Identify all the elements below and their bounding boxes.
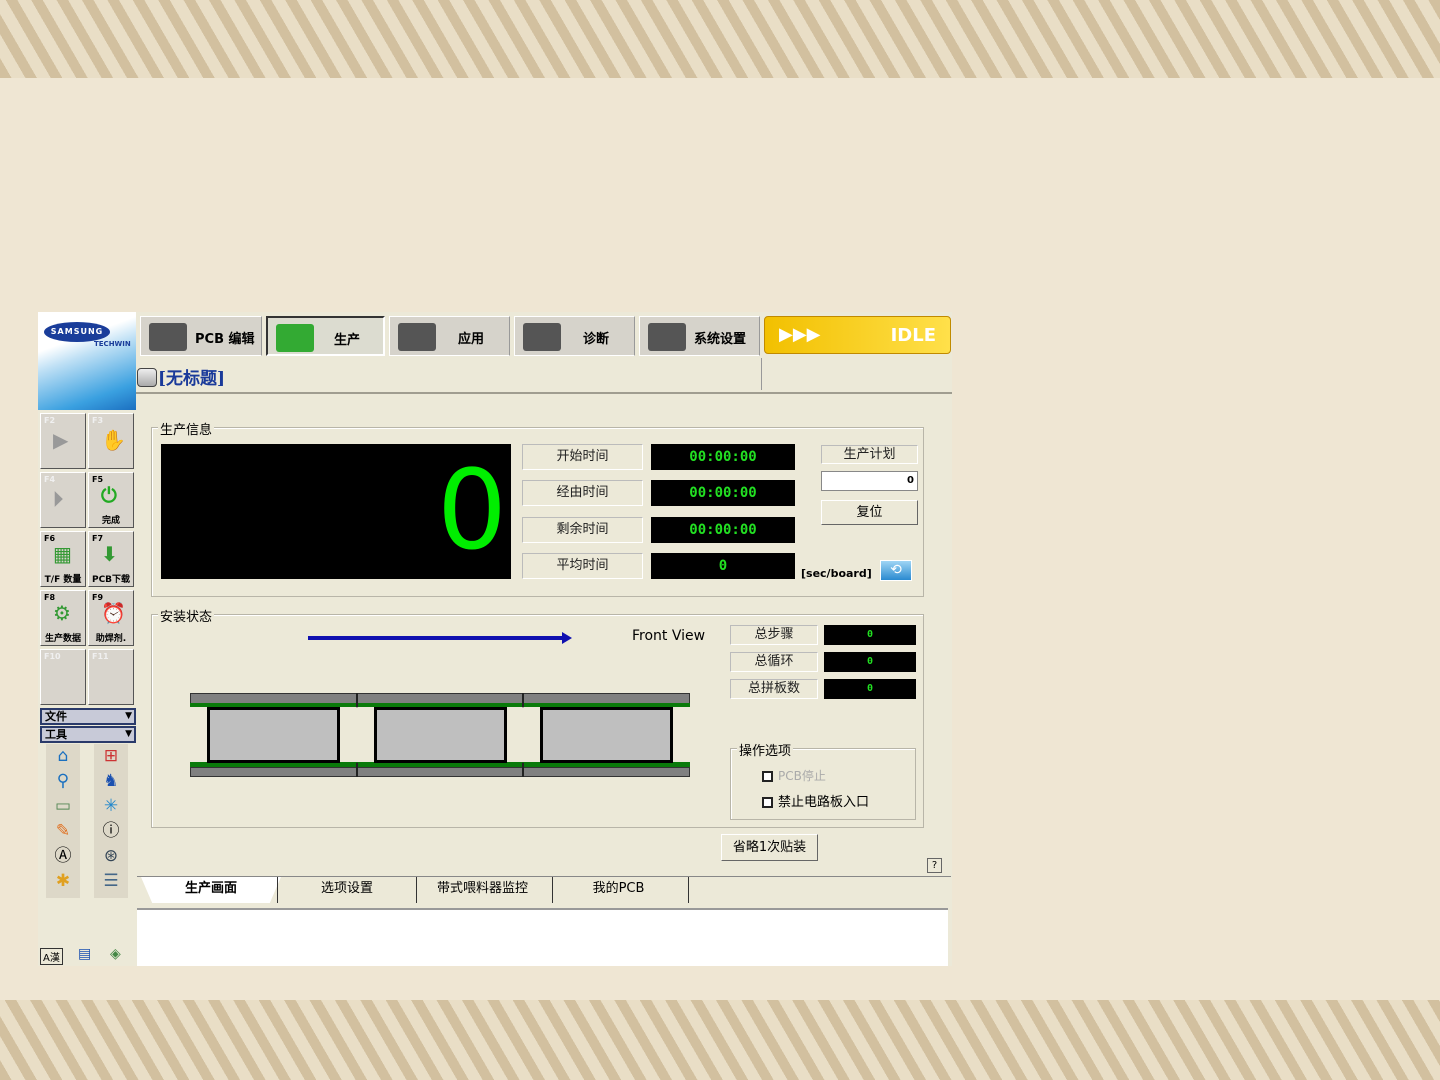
total-cycles-value: 0 bbox=[824, 652, 916, 672]
average-time-label: 平均时间 bbox=[522, 553, 643, 579]
f2-start-button[interactable]: F2 ▶ bbox=[40, 413, 86, 469]
arrows-icon: ▶▶▶ bbox=[779, 324, 821, 345]
nozzle-icon[interactable]: ⚲ bbox=[51, 770, 75, 792]
message-area bbox=[137, 908, 948, 966]
home-icon[interactable]: ⌂ bbox=[51, 745, 75, 767]
start-time-label: 开始时间 bbox=[522, 444, 643, 470]
f4-step-button[interactable]: F4 ⏵ bbox=[40, 472, 86, 528]
tab-option-settings[interactable]: 选项设置 bbox=[277, 877, 417, 903]
f5-finish-button[interactable]: F5 ⏻ 完成 bbox=[88, 472, 134, 528]
production-gear-icon bbox=[276, 324, 314, 352]
power-hand-icon: ⏻ bbox=[101, 483, 117, 507]
f10-button[interactable]: F10 bbox=[40, 649, 86, 705]
direction-arrow bbox=[308, 636, 564, 640]
tab-production[interactable]: 生产 bbox=[266, 316, 385, 356]
tab-my-pcb[interactable]: 我的PCB bbox=[549, 877, 689, 903]
tab-pcb-edit[interactable]: PCB 编辑 bbox=[140, 316, 262, 356]
production-count-display: 0 bbox=[161, 444, 511, 579]
pcb-board-3 bbox=[540, 707, 673, 763]
f9-flux-button[interactable]: F9 ⏰ 助焊剂. bbox=[88, 590, 134, 646]
total-steps-value: 0 bbox=[824, 625, 916, 645]
tool-wrench-icon[interactable]: ✱ bbox=[51, 870, 75, 892]
auto-icon[interactable]: Ⓐ bbox=[51, 845, 75, 867]
average-time-value: 0 bbox=[651, 553, 795, 579]
remaining-time-label: 剩余时间 bbox=[522, 517, 643, 543]
system-settings-icon bbox=[648, 323, 686, 351]
document-title: [无标题] bbox=[158, 369, 226, 389]
language-icon[interactable]: A漢 bbox=[40, 948, 63, 965]
bottom-tab-bar: 生产画面 选项设置 带式喂料器监控 我的PCB bbox=[137, 876, 951, 904]
tab-system-settings[interactable]: 系统设置 bbox=[639, 316, 760, 356]
app-window: SAMSUNG TECHWIN F2 ▶ F3 ✋ F4 ⏵ F5 ⏻ 完成 F6 ▦ T/F… bbox=[38, 312, 952, 966]
divider bbox=[136, 392, 952, 394]
block-board-entry-checkbox[interactable]: 禁止电路板入口 bbox=[762, 791, 869, 810]
operator-icon[interactable]: ♞ bbox=[99, 770, 123, 792]
tab-application[interactable]: 应用 bbox=[389, 316, 510, 356]
slide-top-border bbox=[0, 0, 1440, 78]
diagnosis-icon bbox=[523, 323, 561, 351]
chevron-down-icon: ▼ bbox=[125, 711, 132, 721]
f7-pcb-download-button[interactable]: F7 ⬇ PCB下载 bbox=[88, 531, 134, 587]
skip-one-mount-button[interactable]: 省略1次贴装 bbox=[721, 834, 818, 861]
gear-list-icon: ⚙ bbox=[53, 601, 71, 625]
front-view-label: Front View bbox=[632, 628, 706, 644]
production-plan-input[interactable]: 0 bbox=[821, 471, 918, 491]
file-menu[interactable]: 文件 ▼ bbox=[40, 708, 136, 725]
tab-production-screen[interactable]: 生产画面 bbox=[141, 877, 281, 903]
tab-tape-feeder-monitor[interactable]: 带式喂料器监控 bbox=[413, 877, 553, 903]
feeder-icon[interactable]: ✎ bbox=[51, 820, 75, 842]
remaining-time-value: 00:00:00 bbox=[651, 517, 795, 543]
grid-icon: ▦ bbox=[53, 542, 72, 566]
hand-stop-icon: ✋ bbox=[101, 428, 126, 452]
printer-icon[interactable]: ▤ bbox=[78, 946, 91, 962]
f11-button[interactable]: F11 bbox=[88, 649, 134, 705]
reel-icon[interactable]: ⊛ bbox=[99, 845, 123, 867]
reset-button[interactable]: 复位 bbox=[821, 500, 918, 525]
elapsed-time-value: 00:00:00 bbox=[651, 480, 795, 506]
title-checkbox[interactable] bbox=[137, 368, 157, 387]
alarm-icon[interactable]: ⓘ bbox=[99, 820, 123, 842]
production-plan-label: 生产计划 bbox=[821, 445, 918, 464]
help-book-icon[interactable]: ◈ bbox=[110, 946, 121, 962]
total-cycles-label: 总循环 bbox=[730, 652, 818, 672]
help-button[interactable]: ? bbox=[927, 858, 942, 873]
conveyor-bottom-rail bbox=[190, 767, 690, 777]
play-icon: ▶ bbox=[53, 428, 69, 452]
step-play-icon: ⏵ bbox=[53, 487, 63, 511]
refresh-icon[interactable]: ⟲ bbox=[880, 560, 912, 581]
total-panels-label: 总拼板数 bbox=[730, 679, 818, 699]
status-badge: ▶▶▶ IDLE bbox=[764, 316, 951, 354]
pcb-stop-checkbox[interactable]: PCB停止 bbox=[762, 767, 826, 784]
flux-syringe-icon: ⏰ bbox=[101, 601, 126, 625]
tab-diagnosis[interactable]: 诊断 bbox=[514, 316, 635, 356]
vision-icon[interactable]: ⊞ bbox=[99, 745, 123, 767]
arrow-head-icon bbox=[562, 632, 572, 644]
divider bbox=[761, 358, 762, 390]
conveyor-icon[interactable]: ▭ bbox=[51, 795, 75, 817]
samsung-logo: SAMSUNG TECHWIN bbox=[38, 312, 136, 410]
pcb-board-2 bbox=[374, 707, 507, 763]
total-steps-label: 总步骤 bbox=[730, 625, 818, 645]
f3-stop-button[interactable]: F3 ✋ bbox=[88, 413, 134, 469]
slide-bottom-border bbox=[0, 1000, 1440, 1080]
f8-production-data-button[interactable]: F8 ⚙ 生产数据 bbox=[40, 590, 86, 646]
chevron-down-icon: ▼ bbox=[125, 729, 132, 739]
list-icon[interactable]: ☰ bbox=[99, 870, 123, 892]
total-panels-value: 0 bbox=[824, 679, 916, 699]
pcb-edit-icon bbox=[149, 323, 187, 351]
start-time-value: 00:00:00 bbox=[651, 444, 795, 470]
application-icon bbox=[398, 323, 436, 351]
tools-menu[interactable]: 工具 ▼ bbox=[40, 726, 136, 743]
elapsed-time-label: 经由时间 bbox=[522, 480, 643, 506]
unit-label: [sec/board] bbox=[801, 567, 872, 580]
f6-tf-count-button[interactable]: F6 ▦ T/F 数量 bbox=[40, 531, 86, 587]
pcb-download-icon: ⬇ bbox=[101, 542, 118, 566]
axis-icon[interactable]: ✳ bbox=[99, 795, 123, 817]
pcb-board-1 bbox=[207, 707, 340, 763]
